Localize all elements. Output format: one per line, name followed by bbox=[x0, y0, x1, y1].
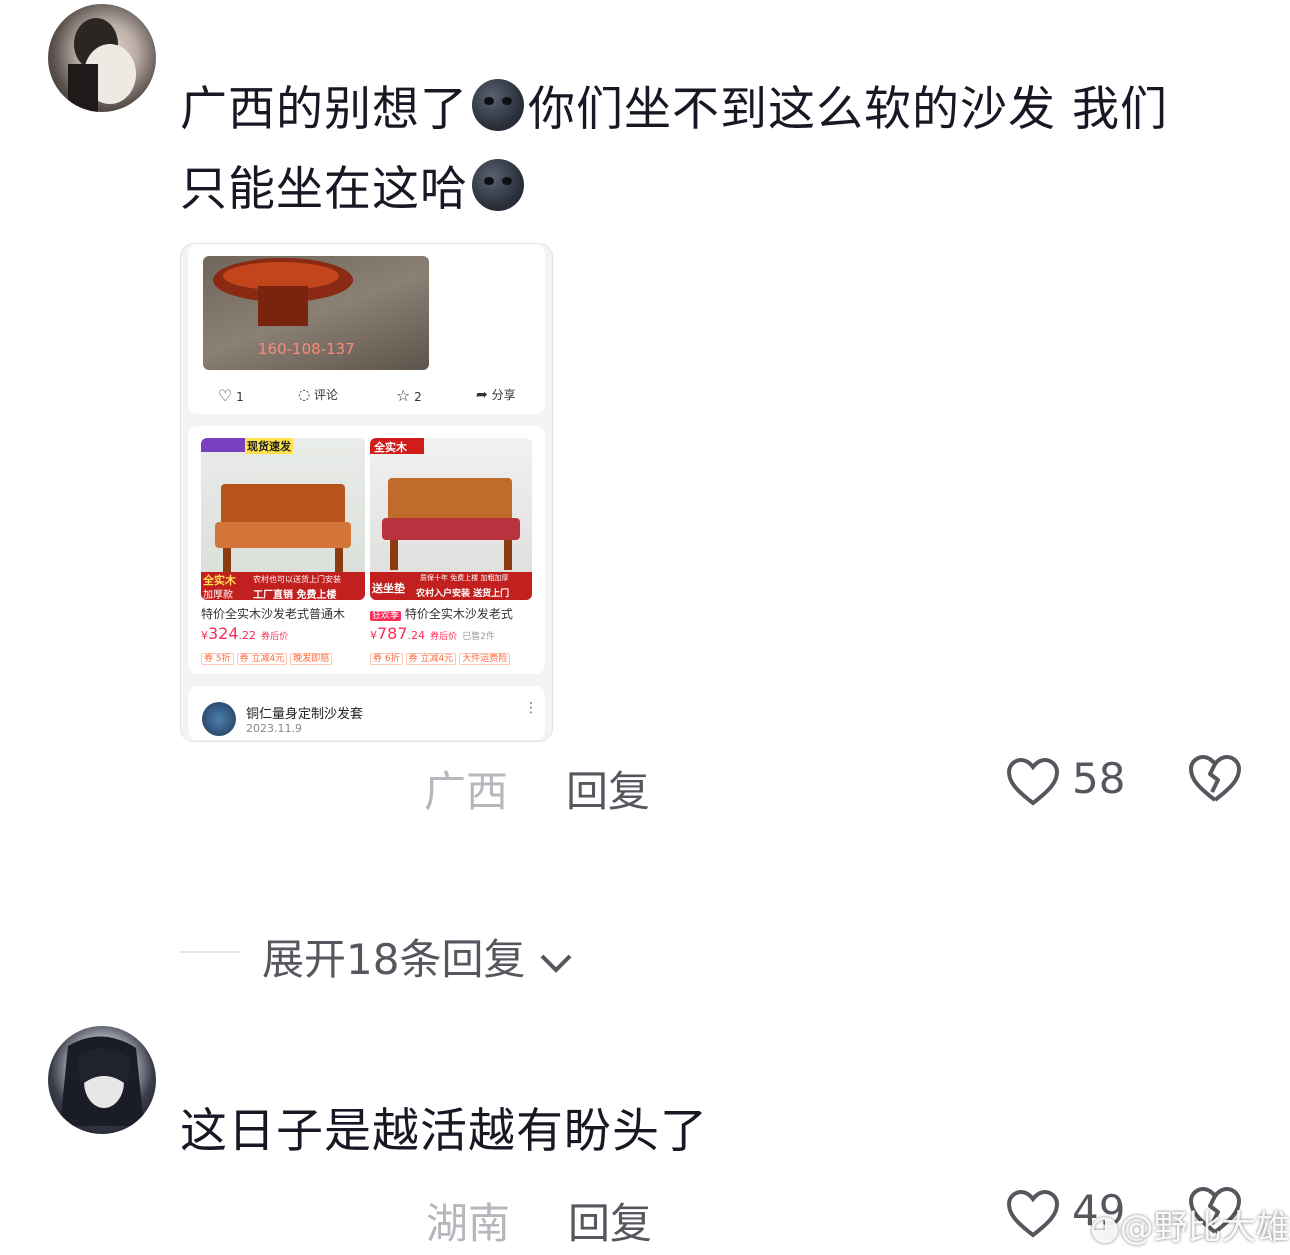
product-banner-top: 全实木 bbox=[374, 441, 407, 454]
product-title: 狂欢季 特价全实木沙发老式 bbox=[370, 605, 534, 622]
weibo-icon: ◕ bbox=[1090, 1208, 1120, 1248]
post-image-caption: 160-108-137 bbox=[258, 340, 355, 358]
comment-image[interactable]: 160-108-137 ♡ 1 ◌ 评论 ☆ 2 ➦ 分享 现货速发 全实木 加… bbox=[180, 243, 553, 742]
product-tag: 券 5折 bbox=[201, 653, 234, 665]
like-count: 58 bbox=[1072, 754, 1126, 803]
expand-replies-button[interactable]: 展开18条回复 bbox=[262, 926, 573, 987]
divider-line bbox=[180, 951, 240, 953]
product-tag: 券 立减4元 bbox=[236, 653, 288, 665]
product-image: 现货速发 全实木 加厚款 农村也可以送货上门安装 工厂直销 免费上楼 bbox=[201, 438, 365, 600]
product-banner-right: 农村也可以送货上门安装 bbox=[253, 575, 341, 584]
post-date: 2023.11.9 bbox=[246, 722, 302, 735]
product-tags: 券 6折券 立减4元 大件运费险 bbox=[370, 646, 513, 665]
product-title-text: 特价全实木沙发老式 bbox=[404, 607, 513, 621]
more-icon[interactable]: ⋮ bbox=[524, 700, 538, 716]
favorite-count: 2 bbox=[414, 390, 422, 404]
favorite-action[interactable]: ☆ 2 bbox=[396, 386, 422, 405]
dislike-button[interactable] bbox=[1188, 754, 1242, 808]
price-note: 券后价 bbox=[261, 632, 289, 642]
expand-replies-label: 展开18条回复 bbox=[262, 935, 526, 984]
product-title: 特价全实木沙发老式普通木 bbox=[201, 607, 346, 621]
product-banner-left2: 加厚款 bbox=[203, 590, 233, 600]
comment-text-part: 你们坐不到这么软的沙发 我们 bbox=[528, 82, 1168, 137]
avatar[interactable] bbox=[48, 4, 156, 112]
author-card[interactable]: 铜仁量身定制沙发套 2023.11.9 ⋮ bbox=[188, 686, 545, 740]
product-tags: 券 5折券 立减4元 晚发即赔 bbox=[201, 646, 335, 665]
product-banner-right: 质保十年 免费上楼 加粗加厚 bbox=[420, 574, 509, 582]
comment-text: 广西的别想了 你们坐不到这么软的沙发 我们 只能坐在这哈 bbox=[180, 70, 1260, 230]
share-icon: ➦ bbox=[476, 387, 488, 403]
product-item[interactable]: 现货速发 全实木 加厚款 农村也可以送货上门安装 工厂直销 免费上楼 特价全实木… bbox=[201, 438, 365, 666]
star-icon: ☆ bbox=[396, 386, 411, 405]
reply-button[interactable]: 回复 bbox=[566, 758, 650, 819]
heart-icon bbox=[1006, 1189, 1060, 1238]
reply-button[interactable]: 回复 bbox=[568, 1190, 652, 1251]
promo-badge: 狂欢季 bbox=[370, 611, 402, 621]
price-symbol: ¥ bbox=[201, 629, 208, 642]
price-int: 787 bbox=[377, 624, 408, 643]
heart-icon bbox=[1006, 757, 1060, 806]
comment-action[interactable]: ◌ 评论 bbox=[298, 386, 338, 403]
heart-icon: ♡ bbox=[218, 386, 233, 405]
price-symbol: ¥ bbox=[370, 629, 377, 642]
share-action[interactable]: ➦ 分享 bbox=[476, 386, 516, 403]
like-count: 1 bbox=[236, 390, 244, 404]
comment-text: 这日子是越活越有盼头了 bbox=[180, 1104, 708, 1159]
price-int: 324 bbox=[208, 624, 239, 643]
product-banner-right2: 工厂直销 免费上楼 bbox=[253, 590, 337, 600]
price-dec: .22 bbox=[238, 629, 257, 642]
watermark-text: @野比大雄 bbox=[1119, 1208, 1290, 1248]
like-action[interactable]: ♡ 1 bbox=[218, 386, 244, 405]
price-note: 券后价 bbox=[430, 632, 458, 642]
comment-location: 广西 bbox=[424, 767, 509, 816]
author-avatar bbox=[202, 702, 236, 736]
comment-label: 评论 bbox=[314, 388, 339, 402]
comment-text-part: 只能坐在这哈 bbox=[180, 162, 468, 217]
product-list: 现货速发 全实木 加厚款 农村也可以送货上门安装 工厂直销 免费上楼 特价全实木… bbox=[188, 426, 545, 674]
product-tag: 券 立减4元 bbox=[405, 653, 457, 665]
product-tag: 晚发即赔 bbox=[290, 653, 333, 665]
post-card: 160-108-137 ♡ 1 ◌ 评论 ☆ 2 ➦ 分享 bbox=[188, 244, 545, 414]
broken-heart-icon bbox=[1189, 754, 1242, 802]
product-tag: 大件运费险 bbox=[459, 653, 511, 665]
new-moon-face-icon bbox=[472, 159, 524, 211]
product-item[interactable]: 全实木 送坐垫 质保十年 免费上楼 加粗加厚 农村入户安装 送货上门 狂欢季 特… bbox=[370, 438, 534, 666]
comment-text-part: 广西的别想了 bbox=[180, 82, 468, 137]
author-name: 铜仁量身定制沙发套 bbox=[246, 707, 364, 722]
product-image: 全实木 送坐垫 质保十年 免费上楼 加粗加厚 农村入户安装 送货上门 bbox=[370, 438, 532, 600]
avatar[interactable] bbox=[48, 1026, 156, 1134]
post-image: 160-108-137 bbox=[203, 256, 429, 370]
product-price: ¥787.24 券后价 已售2件 bbox=[370, 624, 495, 643]
share-label: 分享 bbox=[491, 388, 516, 402]
product-tag: 券 6折 bbox=[370, 653, 403, 665]
comment-icon: ◌ bbox=[298, 387, 311, 403]
product-banner-top: 现货速发 bbox=[245, 438, 293, 454]
watermark: ◕@野比大雄 bbox=[1090, 1200, 1290, 1249]
price-dec: .24 bbox=[407, 629, 426, 642]
sold-count: 已售2件 bbox=[462, 632, 495, 642]
product-banner-left: 送坐垫 bbox=[372, 582, 405, 595]
product-price: ¥324.22 券后价 bbox=[201, 624, 288, 643]
new-moon-face-icon bbox=[472, 79, 524, 131]
product-banner-right2: 农村入户安装 送货上门 bbox=[416, 589, 510, 599]
chevron-down-icon bbox=[540, 954, 572, 973]
comment-location: 湖南 bbox=[426, 1199, 511, 1248]
